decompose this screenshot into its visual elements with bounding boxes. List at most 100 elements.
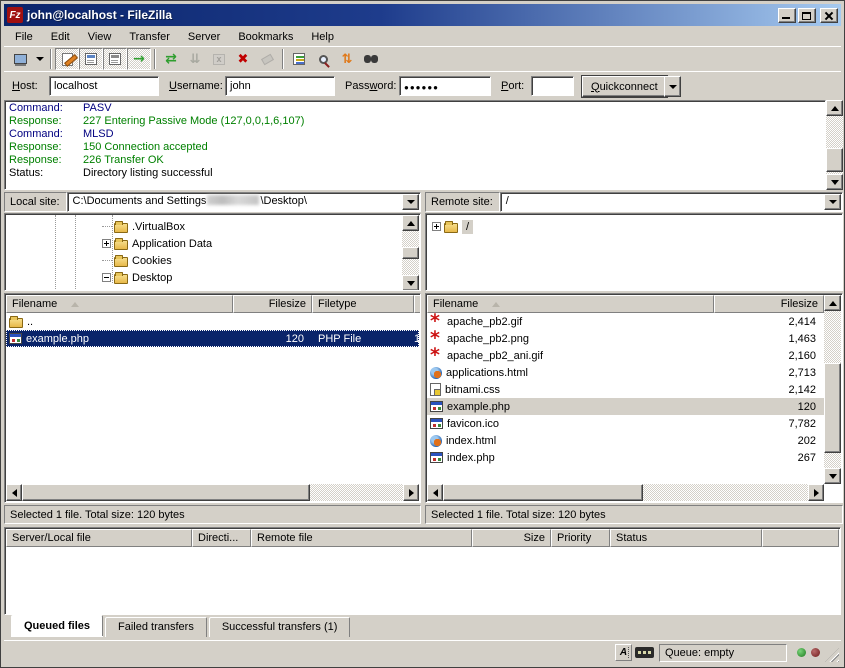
- menu-bar: File Edit View Transfer Server Bookmarks…: [4, 27, 841, 46]
- tree-item-application-data[interactable]: Application Data: [6, 235, 402, 252]
- status-bar: A Queue: empty: [4, 640, 841, 664]
- tab-successful-transfers[interactable]: Successful transfers (1): [209, 617, 351, 637]
- scroll-up-button[interactable]: [402, 215, 419, 231]
- file-row[interactable]: index.html202: [427, 432, 824, 449]
- process-queue-button[interactable]: ⇊: [183, 48, 207, 70]
- tree-item-desktop[interactable]: Desktop: [6, 269, 402, 286]
- local-path-dropdown[interactable]: [402, 194, 419, 210]
- file-row-parent-dir[interactable]: ..: [6, 313, 419, 330]
- image-file-icon: [430, 349, 443, 362]
- column-header-filesize[interactable]: Filesize: [714, 295, 824, 313]
- menu-view[interactable]: View: [79, 29, 121, 45]
- local-path-combo[interactable]: C:\Documents and Settings\Desktop\: [67, 192, 421, 212]
- scroll-up-button[interactable]: [826, 100, 843, 116]
- queue-column-direction[interactable]: Directi...: [192, 529, 251, 547]
- queue-column-size[interactable]: Size: [472, 529, 551, 547]
- toggle-log-button[interactable]: [55, 48, 79, 70]
- file-row[interactable]: applications.html2,713: [427, 364, 824, 381]
- scroll-left-button[interactable]: [6, 484, 22, 501]
- scrollbar-thumb[interactable]: [824, 363, 841, 453]
- file-row[interactable]: apache_pb2_ani.gif2,160: [427, 347, 824, 364]
- scroll-left-button[interactable]: [427, 484, 443, 501]
- refresh-button[interactable]: ⇄: [159, 48, 183, 70]
- column-header-filename[interactable]: Filename: [427, 295, 714, 313]
- password-input[interactable]: ●●●●●●: [399, 76, 491, 96]
- maximize-button[interactable]: [798, 8, 816, 23]
- queue-column-priority[interactable]: Priority: [551, 529, 610, 547]
- scrollbar-thumb[interactable]: [402, 247, 419, 259]
- queue-column-server-local[interactable]: Server/Local file: [6, 529, 192, 547]
- menu-server[interactable]: Server: [179, 29, 229, 45]
- remote-path-dropdown[interactable]: [824, 194, 841, 210]
- username-input[interactable]: john: [225, 76, 335, 96]
- file-row[interactable]: bitnami.css2,142: [427, 381, 824, 398]
- column-header-lastmodified[interactable]: L: [414, 295, 421, 313]
- local-list-hscrollbar[interactable]: [6, 484, 419, 501]
- scrollbar-thumb[interactable]: [443, 484, 643, 501]
- site-manager-dropdown[interactable]: [32, 48, 47, 70]
- scroll-right-button[interactable]: [403, 484, 419, 501]
- php-file-icon: [9, 333, 22, 344]
- directory-comparison-button[interactable]: [311, 48, 335, 70]
- site-manager-button[interactable]: [8, 48, 32, 70]
- filter-button[interactable]: [287, 48, 311, 70]
- queue-column-remote-file[interactable]: Remote file: [251, 529, 472, 547]
- file-row[interactable]: index.php267: [427, 449, 824, 466]
- column-header-filename[interactable]: Filename: [6, 295, 233, 313]
- tab-failed-transfers[interactable]: Failed transfers: [105, 617, 207, 637]
- file-row-selected[interactable]: example.php120: [427, 398, 824, 415]
- toggle-queue-button[interactable]: →: [127, 48, 151, 70]
- expand-icon[interactable]: [432, 222, 441, 231]
- resize-grip[interactable]: [825, 648, 839, 662]
- column-header-filesize[interactable]: Filesize: [233, 295, 312, 313]
- toggle-remote-tree-button[interactable]: [103, 48, 127, 70]
- local-tree-scrollbar[interactable]: [402, 215, 419, 289]
- tree-item-virtualbox[interactable]: .VirtualBox: [6, 218, 402, 235]
- queue-column-status[interactable]: Status: [610, 529, 762, 547]
- expand-icon[interactable]: [102, 239, 111, 248]
- cancel-operation-button[interactable]: x: [207, 48, 231, 70]
- log-entry: Command:PASV: [5, 102, 825, 115]
- host-input[interactable]: localhost: [49, 76, 159, 96]
- menu-edit[interactable]: Edit: [42, 29, 79, 45]
- remote-list-vscrollbar[interactable]: [824, 295, 841, 484]
- tab-queued-files[interactable]: Queued files: [11, 615, 103, 636]
- minimize-button[interactable]: [778, 8, 796, 23]
- title-bar[interactable]: Fz john@localhost - FileZilla: [4, 4, 841, 26]
- scrollbar-thumb[interactable]: [22, 484, 310, 501]
- quickconnect-button[interactable]: Quickconnect: [582, 76, 667, 97]
- scroll-down-button[interactable]: [826, 174, 843, 190]
- scroll-down-button[interactable]: [402, 275, 419, 291]
- scroll-up-button[interactable]: [824, 295, 841, 311]
- tree-item-cookies[interactable]: Cookies: [6, 252, 402, 269]
- local-directory-tree: .VirtualBox Application Data Cookies Des…: [4, 213, 421, 291]
- file-row[interactable]: favicon.ico7,782: [427, 415, 824, 432]
- close-button[interactable]: [820, 8, 838, 23]
- find-files-button[interactable]: [359, 48, 383, 70]
- menu-bookmarks[interactable]: Bookmarks: [229, 29, 302, 45]
- toggle-local-tree-button[interactable]: [79, 48, 103, 70]
- column-header-filetype[interactable]: Filetype: [312, 295, 414, 313]
- file-row[interactable]: apache_pb2.gif2,414: [427, 313, 824, 330]
- scroll-down-button[interactable]: [824, 468, 841, 484]
- html-file-icon: [430, 367, 442, 379]
- remote-path-combo[interactable]: /: [500, 192, 843, 212]
- log-scrollbar[interactable]: [826, 100, 843, 190]
- file-row-example-php[interactable]: example.php 120 PHP File 1: [6, 330, 419, 347]
- tree-item-root[interactable]: /: [427, 218, 841, 235]
- disconnect-button[interactable]: ✖: [231, 48, 255, 70]
- quickconnect-dropdown[interactable]: [664, 76, 681, 97]
- menu-file[interactable]: File: [6, 29, 42, 45]
- collapse-icon[interactable]: [102, 273, 111, 282]
- menu-help[interactable]: Help: [302, 29, 343, 45]
- menu-transfer[interactable]: Transfer: [120, 29, 179, 45]
- sync-browsing-button[interactable]: ⇅: [335, 48, 359, 70]
- queue-tabs: Queued files Failed transfers Successful…: [4, 615, 841, 639]
- remote-list-hscrollbar[interactable]: [427, 484, 824, 501]
- scroll-right-button[interactable]: [808, 484, 824, 501]
- local-tree-icon: [83, 51, 100, 67]
- port-input[interactable]: [531, 76, 574, 96]
- file-row[interactable]: apache_pb2.png1,463: [427, 330, 824, 347]
- reconnect-button[interactable]: [255, 48, 279, 70]
- scrollbar-thumb[interactable]: [826, 148, 843, 172]
